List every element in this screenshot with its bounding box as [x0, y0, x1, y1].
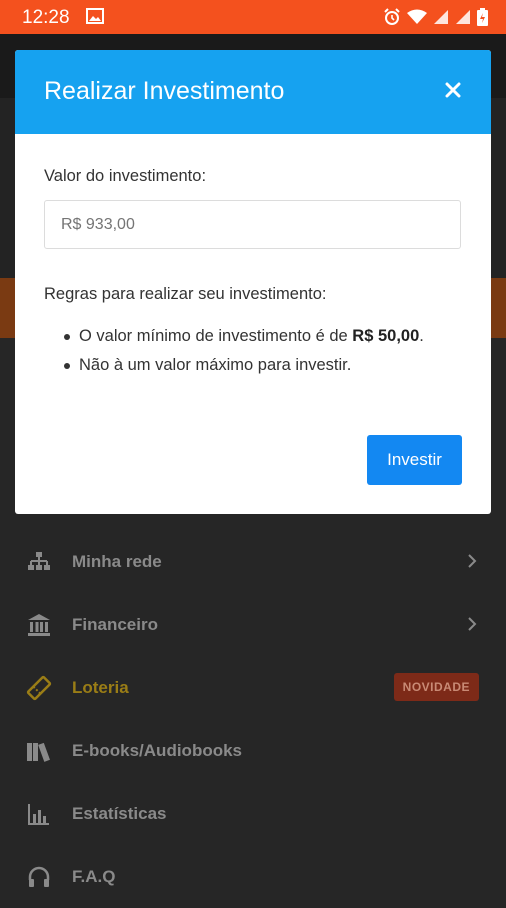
signal-icon: [434, 10, 448, 24]
stats-icon: [26, 801, 52, 827]
rule-suffix: .: [419, 327, 424, 345]
rules-title: Regras para realizar seu investimento:: [44, 285, 327, 303]
invest-button[interactable]: Investir: [367, 435, 462, 485]
minimum-value: R$ 50,00: [352, 327, 420, 345]
menu-item-faq[interactable]: F.A.Q: [0, 845, 506, 908]
investment-value-input[interactable]: [44, 200, 461, 249]
modal-title: Realizar Investimento: [44, 77, 285, 105]
status-bar: 12:28: [0, 0, 506, 34]
ticket-icon: [26, 675, 52, 701]
investment-value-label: Valor do investimento:: [44, 167, 207, 185]
wifi-icon: [407, 9, 427, 24]
menu-item-label: Minha rede: [72, 551, 162, 571]
rule-text: Não à um valor máximo para investir.: [79, 356, 352, 374]
menu-item-label: Loteria: [72, 677, 129, 697]
side-menu: Minha rede Financeiro Loteria NOVIDADE E…: [0, 530, 506, 908]
status-time: 12:28: [22, 7, 70, 28]
rule-item-minimum: O valor mínimo de investimento é de R$ 5…: [44, 322, 424, 351]
status-icons: [383, 8, 488, 26]
menu-item-label: Estatísticas: [72, 803, 167, 823]
chevron-right-icon: [468, 617, 477, 631]
books-icon: [26, 738, 52, 764]
signal-2-icon: [456, 10, 470, 24]
menu-item-estatisticas[interactable]: Estatísticas: [0, 782, 506, 845]
close-icon[interactable]: [445, 82, 461, 98]
menu-item-label: F.A.Q: [72, 866, 116, 886]
alarm-icon: [384, 8, 400, 25]
menu-item-label: Financeiro: [72, 614, 158, 634]
battery-icon: [477, 8, 488, 26]
invest-modal: Realizar Investimento Valor do investime…: [15, 50, 491, 514]
menu-item-ebooks[interactable]: E-books/Audiobooks: [0, 719, 506, 782]
bank-icon: [26, 612, 52, 638]
menu-item-loteria[interactable]: Loteria NOVIDADE: [0, 656, 506, 719]
network-icon: [26, 549, 52, 575]
menu-item-financeiro[interactable]: Financeiro: [0, 593, 506, 656]
rule-item-maximum: Não à um valor máximo para investir.: [44, 351, 424, 380]
rules-list: O valor mínimo de investimento é de R$ 5…: [44, 322, 424, 380]
menu-item-minha-rede[interactable]: Minha rede: [0, 530, 506, 593]
modal-header: Realizar Investimento: [15, 50, 491, 134]
headset-icon: [26, 864, 52, 890]
chevron-right-icon: [468, 554, 477, 568]
new-badge: NOVIDADE: [393, 673, 479, 701]
menu-item-label: E-books/Audiobooks: [72, 740, 242, 760]
rule-text: O valor mínimo de investimento é de: [79, 327, 353, 345]
image-notification-icon: [86, 8, 104, 24]
